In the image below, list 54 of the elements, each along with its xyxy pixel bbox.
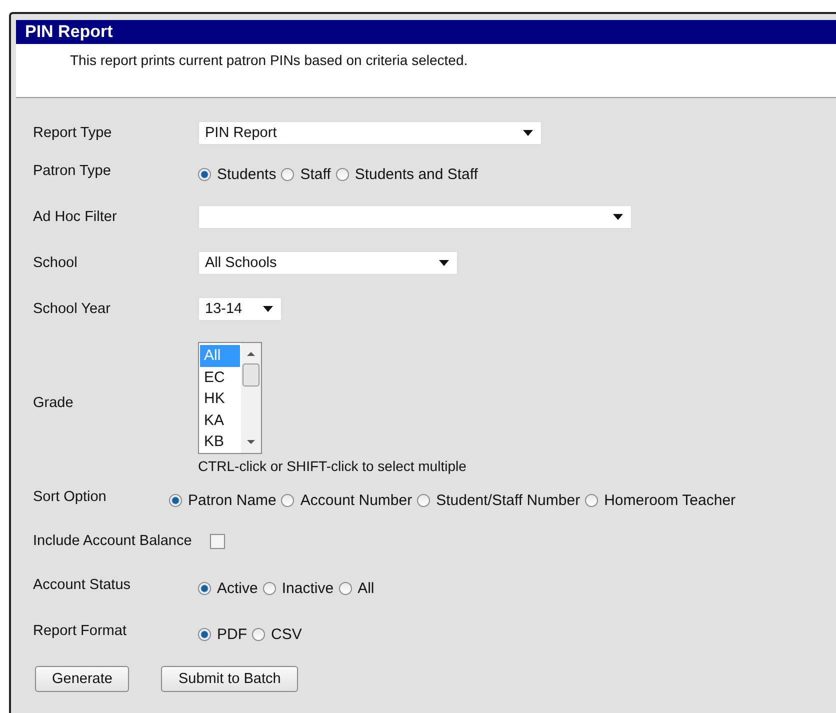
radio-label: All — [358, 580, 374, 596]
dropdown-field[interactable]: All Schools — [198, 251, 458, 275]
dropdown-field[interactable]: PIN Report — [198, 121, 542, 145]
scrollbar[interactable] — [241, 343, 261, 453]
list-item[interactable]: EC — [200, 366, 240, 388]
radio-button[interactable] — [198, 582, 211, 594]
radio-button[interactable] — [252, 628, 265, 640]
radio-label: Staff — [300, 166, 331, 182]
radio-label: Students and Staff — [354, 166, 478, 182]
radio-button[interactable] — [262, 582, 276, 594]
radio-button[interactable] — [281, 494, 294, 506]
list-item[interactable]: KB — [200, 431, 240, 452]
field-label: Patron Type — [33, 163, 112, 179]
radio-label: Homeroom Teacher — [604, 492, 736, 508]
radio-label: Account Number — [300, 492, 412, 508]
grade-listbox[interactable]: All EC HK KA KB — [198, 342, 262, 454]
radio-button[interactable] — [336, 168, 349, 180]
radio-button[interactable] — [338, 582, 352, 594]
dropdown-field[interactable]: 13-14 — [198, 297, 282, 321]
radio-label: CSV — [271, 626, 302, 642]
radio-label: Active — [217, 580, 258, 596]
list-item[interactable]: KA — [200, 410, 240, 431]
window-title: PIN Report — [16, 20, 836, 44]
caret-icon — [263, 306, 273, 312]
field-label: Ad Hoc Filter — [33, 209, 118, 225]
radio-button[interactable] — [585, 494, 598, 506]
field-label: Report Format — [33, 623, 128, 639]
radio-button[interactable] — [281, 168, 294, 180]
field-label: Account Status — [33, 577, 132, 593]
caret-icon — [613, 214, 623, 220]
action-button[interactable]: Submit to Batch — [161, 666, 298, 692]
caret-icon — [439, 260, 449, 266]
list-item[interactable]: HK — [200, 388, 240, 410]
hint-text: CTRL-click or SHIFT-click to select multiple — [198, 458, 466, 474]
field-label: Grade — [33, 395, 74, 411]
field-label: Report Type — [33, 125, 113, 141]
checkbox[interactable] — [210, 534, 225, 548]
action-button[interactable]: Generate — [35, 666, 130, 692]
radio-label: Inactive — [282, 580, 334, 596]
field-label: Include Account Balance — [33, 533, 192, 549]
description-text: This report prints current patron PINs based on criteria selected. — [70, 52, 468, 68]
radio-label: Students — [217, 166, 276, 182]
radio-label: Student/Staff Number — [436, 492, 580, 508]
radio-label: Patron Name — [188, 492, 276, 508]
field-label: School — [33, 255, 78, 271]
field-label: School Year — [33, 301, 112, 317]
radio-button[interactable] — [198, 628, 211, 640]
radio-button[interactable] — [169, 494, 182, 506]
radio-button[interactable] — [417, 494, 430, 506]
caret-icon — [523, 130, 533, 136]
field-label: Sort Option — [33, 489, 108, 505]
radio-button[interactable] — [198, 168, 211, 180]
radio-label: PDF — [217, 626, 247, 642]
dropdown-field[interactable] — [198, 205, 632, 229]
